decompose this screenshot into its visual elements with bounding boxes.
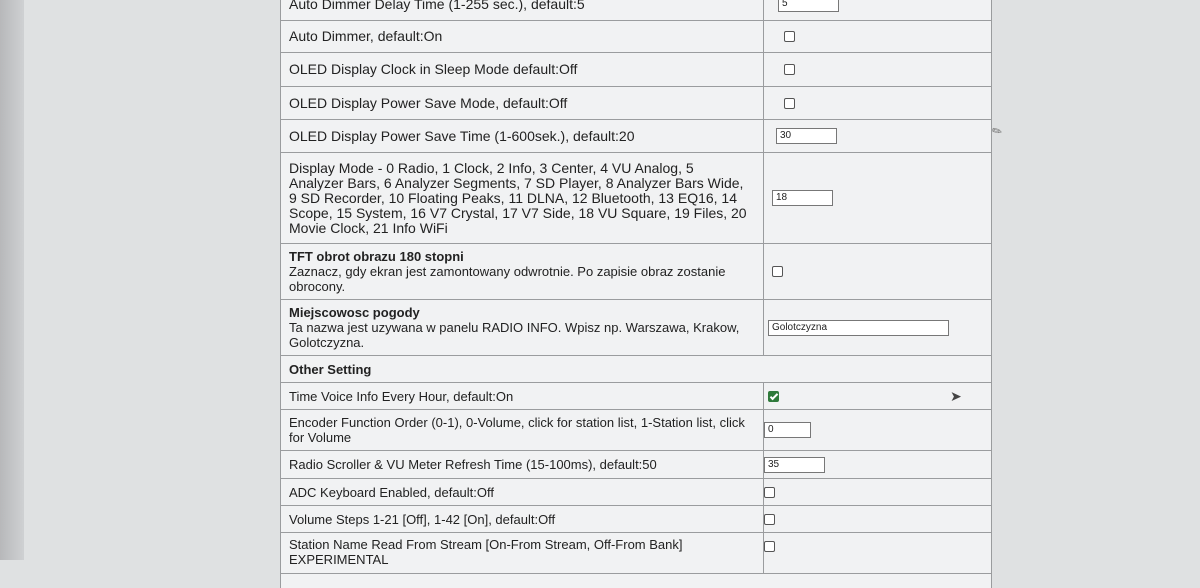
- setting-row-display-mode: Display Mode - 0 Radio, 1 Clock, 2 Info,…: [281, 153, 991, 244]
- encoder-order-input[interactable]: 0: [764, 422, 811, 438]
- settings-table: Auto Dimmer Delay Time (1-255 sec.), def…: [280, 0, 992, 588]
- setting-label: OLED Display Power Save Time (1-600sek.)…: [289, 127, 635, 144]
- setting-row-encoder-order: Encoder Function Order (0-1), 0-Volume, …: [281, 410, 991, 451]
- setting-description: Ta nazwa jest uzywana w panelu RADIO INF…: [289, 320, 740, 350]
- tft-rotation-checkbox[interactable]: [772, 266, 783, 277]
- weather-location-input[interactable]: Golotczyzna: [768, 319, 949, 336]
- monitor-bezel: [0, 0, 24, 560]
- station-name-stream-checkbox[interactable]: [764, 541, 775, 552]
- refresh-time-input[interactable]: 35: [764, 456, 825, 473]
- setting-label: Radio Scroller & VU Meter Refresh Time (…: [289, 457, 657, 472]
- setting-title: Miejscowosc pogody: [289, 305, 420, 320]
- setting-row-auto-dimmer-delay: Auto Dimmer Delay Time (1-255 sec.), def…: [281, 0, 991, 21]
- setting-row-station-name-stream: Station Name Read From Stream [On-From S…: [281, 533, 991, 574]
- setting-row-oled-clock-sleep: OLED Display Clock in Sleep Mode default…: [281, 53, 991, 87]
- oled-power-save-checkbox[interactable]: [784, 97, 795, 109]
- setting-label: Auto Dimmer, default:On: [289, 28, 443, 44]
- setting-label: Display Mode - 0 Radio, 1 Clock, 2 Info,…: [289, 159, 747, 236]
- setting-row-weather-location: Miejscowosc pogody Ta nazwa jest uzywana…: [281, 300, 991, 356]
- setting-label: Auto Dimmer Delay Time (1-255 sec.), def…: [289, 0, 585, 12]
- display-mode-input[interactable]: 18: [772, 190, 833, 206]
- setting-row-time-voice: Time Voice Info Every Hour, default:On: [281, 383, 991, 410]
- setting-row-oled-power-save-time: OLED Display Power Save Time (1-600sek.)…: [281, 120, 991, 153]
- setting-row-tft-rotation: TFT obrot obrazu 180 stopni Zaznacz, gdy…: [281, 244, 991, 300]
- setting-label: Station Name Read From Stream [On-From S…: [289, 537, 683, 567]
- setting-label: Encoder Function Order (0-1), 0-Volume, …: [289, 415, 745, 445]
- setting-row-auto-dimmer: Auto Dimmer, default:On: [281, 21, 991, 53]
- setting-row-oled-power-save: OLED Display Power Save Mode, default:Of…: [281, 87, 991, 120]
- auto-dimmer-delay-input[interactable]: 5: [778, 0, 839, 12]
- volume-steps-checkbox[interactable]: [764, 513, 775, 525]
- setting-label-group: Miejscowosc pogody Ta nazwa jest uzywana…: [289, 300, 751, 355]
- oled-power-save-time-input[interactable]: 30: [776, 128, 837, 144]
- section-header-other-setting: Other Setting: [281, 356, 991, 383]
- setting-label: OLED Display Power Save Mode, default:Of…: [289, 94, 568, 111]
- setting-label-group: TFT obrot obrazu 180 stopni Zaznacz, gdy…: [289, 244, 751, 299]
- setting-description: Zaznacz, gdy ekran jest zamontowany odwr…: [289, 264, 726, 294]
- mouse-cursor-icon: ➤: [950, 388, 962, 404]
- setting-label: OLED Display Clock in Sleep Mode default…: [289, 61, 578, 77]
- adc-keyboard-checkbox[interactable]: [764, 486, 775, 498]
- section-title: Other Setting: [289, 361, 372, 377]
- auto-dimmer-checkbox[interactable]: [784, 31, 795, 42]
- setting-title: TFT obrot obrazu 180 stopni: [289, 249, 464, 264]
- setting-label: ADC Keyboard Enabled, default:Off: [289, 484, 494, 500]
- oled-clock-sleep-checkbox[interactable]: [784, 64, 795, 75]
- setting-label: Time Voice Info Every Hour, default:On: [289, 388, 514, 404]
- time-voice-checkbox[interactable]: [768, 390, 779, 402]
- setting-label: Volume Steps 1-21 [Off], 1-42 [On], defa…: [289, 511, 556, 527]
- setting-row-refresh-time: Radio Scroller & VU Meter Refresh Time (…: [281, 451, 991, 479]
- setting-row-adc-keyboard: ADC Keyboard Enabled, default:Off: [281, 479, 991, 506]
- setting-row-volume-steps: Volume Steps 1-21 [Off], 1-42 [On], defa…: [281, 506, 991, 533]
